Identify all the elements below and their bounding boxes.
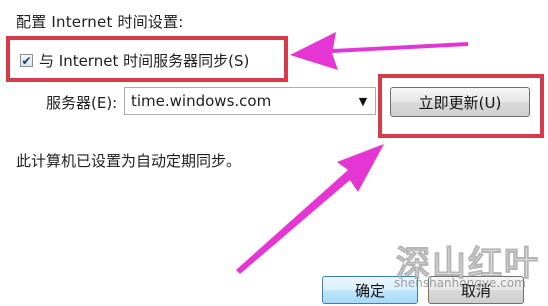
server-label: 服务器(E): [46,94,118,112]
ok-button[interactable]: 确定 [322,276,418,304]
dropdown-arrow-icon[interactable]: ▼ [351,95,375,108]
sync-status-text: 此计算机已设置为自动定期同步。 [16,152,242,170]
arrow-to-update-button [236,144,384,274]
internet-time-settings-dialog: 配置 Internet 时间设置: ✔ 与 Internet 时间服务器同步(S… [0,0,548,306]
highlight-box-update [378,74,544,138]
dialog-heading: 配置 Internet 时间设置: [16,13,184,31]
arrow-to-checkbox [290,32,468,70]
cancel-button[interactable]: 取消 [428,276,524,304]
server-value[interactable]: time.windows.com [125,92,351,110]
highlight-box-sync [6,36,288,82]
server-combobox[interactable]: time.windows.com ▼ [124,87,376,115]
